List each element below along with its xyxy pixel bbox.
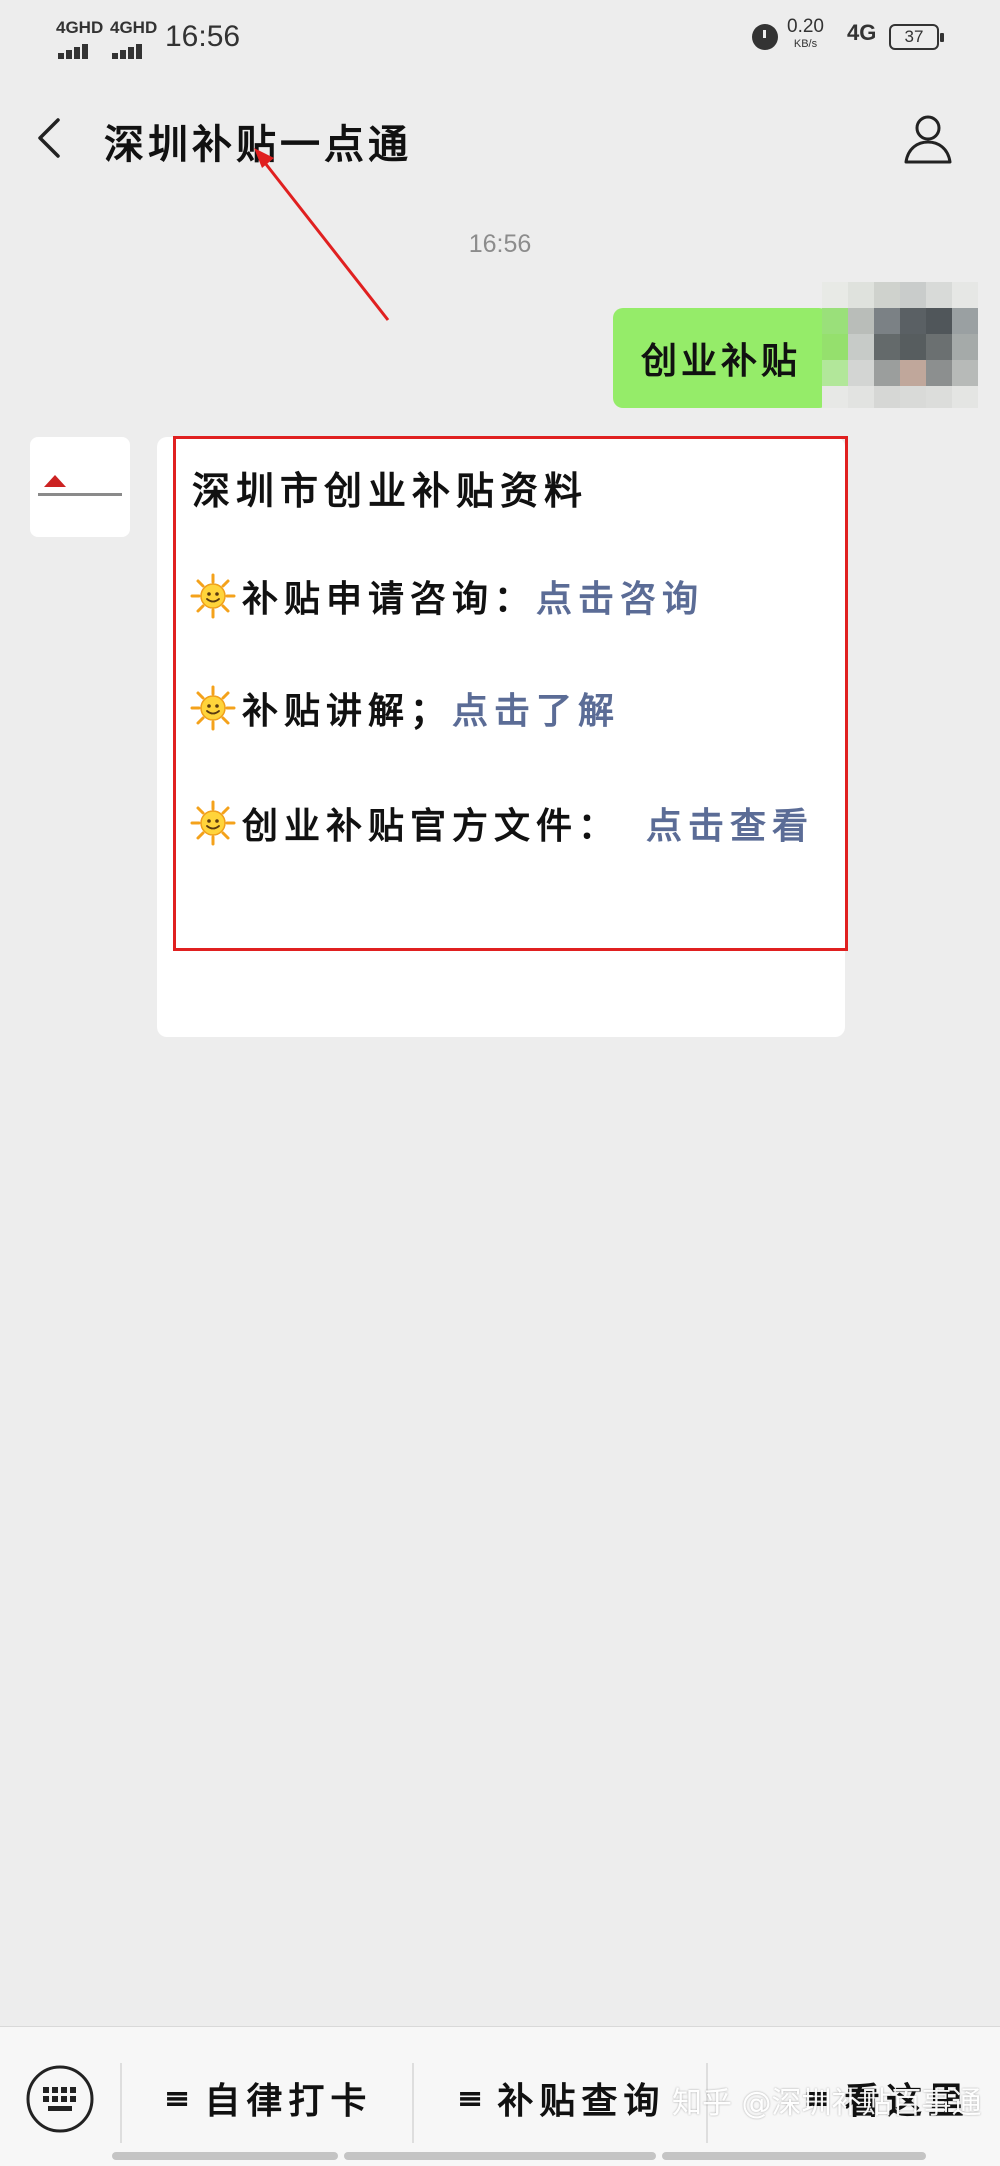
status-time: 16:56 — [165, 20, 241, 53]
card-row: 创业补贴官方文件： 点击查看 — [190, 797, 814, 849]
user-avatar[interactable] — [822, 282, 978, 408]
net-speed-value: 0.20 — [787, 16, 824, 37]
alarm-icon — [752, 24, 778, 50]
explain-link[interactable]: 点击了解 — [452, 682, 620, 734]
menu-hamburger-icon: ≡ — [163, 2079, 191, 2117]
signal-icon: 4GHD — [56, 18, 104, 59]
status-bar: 4GHD 4GHD 16:56 0.20 KB/s 4G 37 — [0, 0, 1000, 76]
signal-icon: 4GHD — [110, 18, 158, 59]
menu-divider — [120, 2063, 122, 2143]
view-documents-link[interactable]: 点击查看 — [646, 797, 814, 849]
row-label: 创业补贴官方文件： — [242, 805, 621, 847]
net-speed-unit: KB/s — [793, 38, 818, 50]
chevron-left-icon — [38, 118, 60, 158]
menu-item-check-in[interactable]: ≡ 自律打卡 — [124, 2053, 412, 2143]
profile-button[interactable] — [900, 110, 956, 166]
signal-label: 4GHD — [56, 18, 104, 37]
keyboard-icon — [26, 2065, 94, 2133]
back-button[interactable] — [30, 114, 78, 162]
logo-roof-icon — [44, 475, 66, 487]
sun-emoji-icon — [190, 685, 236, 731]
row-label: 补贴申请咨询： — [242, 578, 537, 620]
consult-link[interactable]: 点击咨询 — [536, 570, 704, 622]
nav-indicator — [344, 2152, 656, 2160]
nav-indicator — [112, 2152, 338, 2160]
card-title: 深圳市创业补贴资料 — [192, 468, 589, 513]
menu-divider — [412, 2063, 414, 2143]
card-row: 补贴讲解； 点击了解 — [190, 682, 620, 734]
card-row: 补贴申请咨询： 点击咨询 — [190, 570, 704, 622]
nav-indicator — [662, 2152, 926, 2160]
signal-label: 4GHD — [110, 18, 158, 37]
logo-subline — [38, 493, 122, 496]
message-timestamp: 16:56 — [468, 230, 532, 258]
battery-level: 37 — [904, 27, 924, 46]
chat-header: 深圳补贴一点通 — [0, 100, 1000, 180]
person-icon — [904, 115, 952, 164]
menu-item-label: 补贴查询 — [497, 2080, 666, 2122]
menu-item-subsidy-query[interactable]: ≡ 补贴查询 — [416, 2053, 706, 2143]
row-label: 补贴讲解； — [242, 690, 453, 732]
network-type: 4G — [847, 20, 877, 45]
official-account-avatar[interactable] — [30, 437, 130, 537]
zhihu-watermark: 知乎 @深圳补贴百事通 — [672, 2086, 982, 2121]
net-speed: 0.20 KB/s — [787, 16, 824, 50]
keyboard-toggle-button[interactable] — [24, 2063, 96, 2135]
chat-screen: 4GHD 4GHD 16:56 0.20 KB/s 4G 37 深圳补贴一点通 — [0, 0, 1000, 2166]
menu-item-label: 自律打卡 — [204, 2080, 373, 2122]
battery-icon: 37 — [889, 24, 944, 50]
menu-hamburger-icon: ≡ — [456, 2079, 484, 2117]
sun-emoji-icon — [190, 573, 236, 619]
outgoing-message[interactable]: 创业补贴 — [613, 308, 841, 408]
sun-emoji-icon — [190, 800, 236, 846]
